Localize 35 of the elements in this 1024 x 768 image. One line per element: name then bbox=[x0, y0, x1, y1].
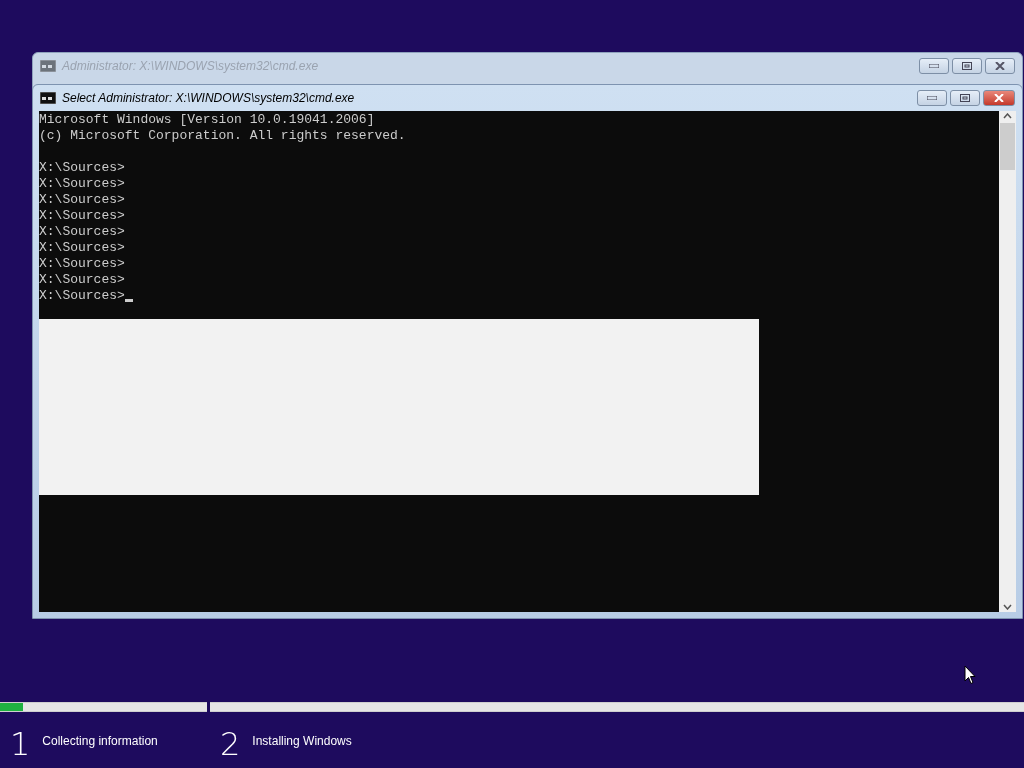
console-line: Microsoft Windows [Version 10.0.19041.2006] bbox=[39, 112, 375, 128]
console-prompt: X:\Sources> bbox=[39, 240, 125, 256]
console-icon bbox=[40, 92, 56, 104]
scroll-down-icon[interactable] bbox=[1003, 604, 1012, 610]
console-prompt: X:\Sources> bbox=[39, 288, 125, 304]
console-prompt: X:\Sources> bbox=[39, 160, 125, 176]
window-title: Administrator: X:\WINDOWS\system32\cmd.exe bbox=[62, 58, 320, 75]
step-label: Installing Windows bbox=[252, 733, 352, 750]
console-icon bbox=[40, 60, 56, 72]
mouse-pointer-icon bbox=[964, 665, 976, 685]
text-cursor bbox=[124, 299, 133, 302]
maximize-icon bbox=[960, 94, 970, 102]
maximize-icon bbox=[962, 62, 972, 70]
console-prompt: X:\Sources> bbox=[39, 272, 125, 288]
scrollbar[interactable] bbox=[999, 111, 1016, 612]
close-icon bbox=[995, 62, 1005, 70]
console-prompt: X:\Sources> bbox=[39, 192, 125, 208]
step-number: 1 bbox=[10, 726, 31, 762]
close-icon bbox=[994, 94, 1004, 102]
step-label: Collecting information bbox=[42, 733, 158, 750]
maximize-button[interactable] bbox=[950, 90, 980, 106]
scroll-thumb[interactable] bbox=[1000, 123, 1015, 170]
console-prompt: X:\Sources> bbox=[39, 208, 125, 224]
minimize-icon bbox=[929, 64, 939, 68]
close-button[interactable] bbox=[983, 90, 1015, 106]
step-number: 2 bbox=[220, 726, 241, 762]
scroll-up-icon[interactable] bbox=[1003, 113, 1012, 119]
console-line: (c) Microsoft Corporation. All rights reserved. bbox=[39, 128, 406, 144]
console-prompt: X:\Sources> bbox=[39, 256, 125, 272]
window-title: Select Administrator: X:\WINDOWS\system32\cmd.exe bbox=[62, 90, 356, 107]
console-prompt: X:\Sources> bbox=[39, 224, 125, 240]
maximize-button[interactable] bbox=[952, 58, 982, 74]
console-prompt: X:\Sources> bbox=[39, 176, 125, 192]
minimize-icon bbox=[927, 96, 937, 100]
close-button[interactable] bbox=[985, 58, 1015, 74]
